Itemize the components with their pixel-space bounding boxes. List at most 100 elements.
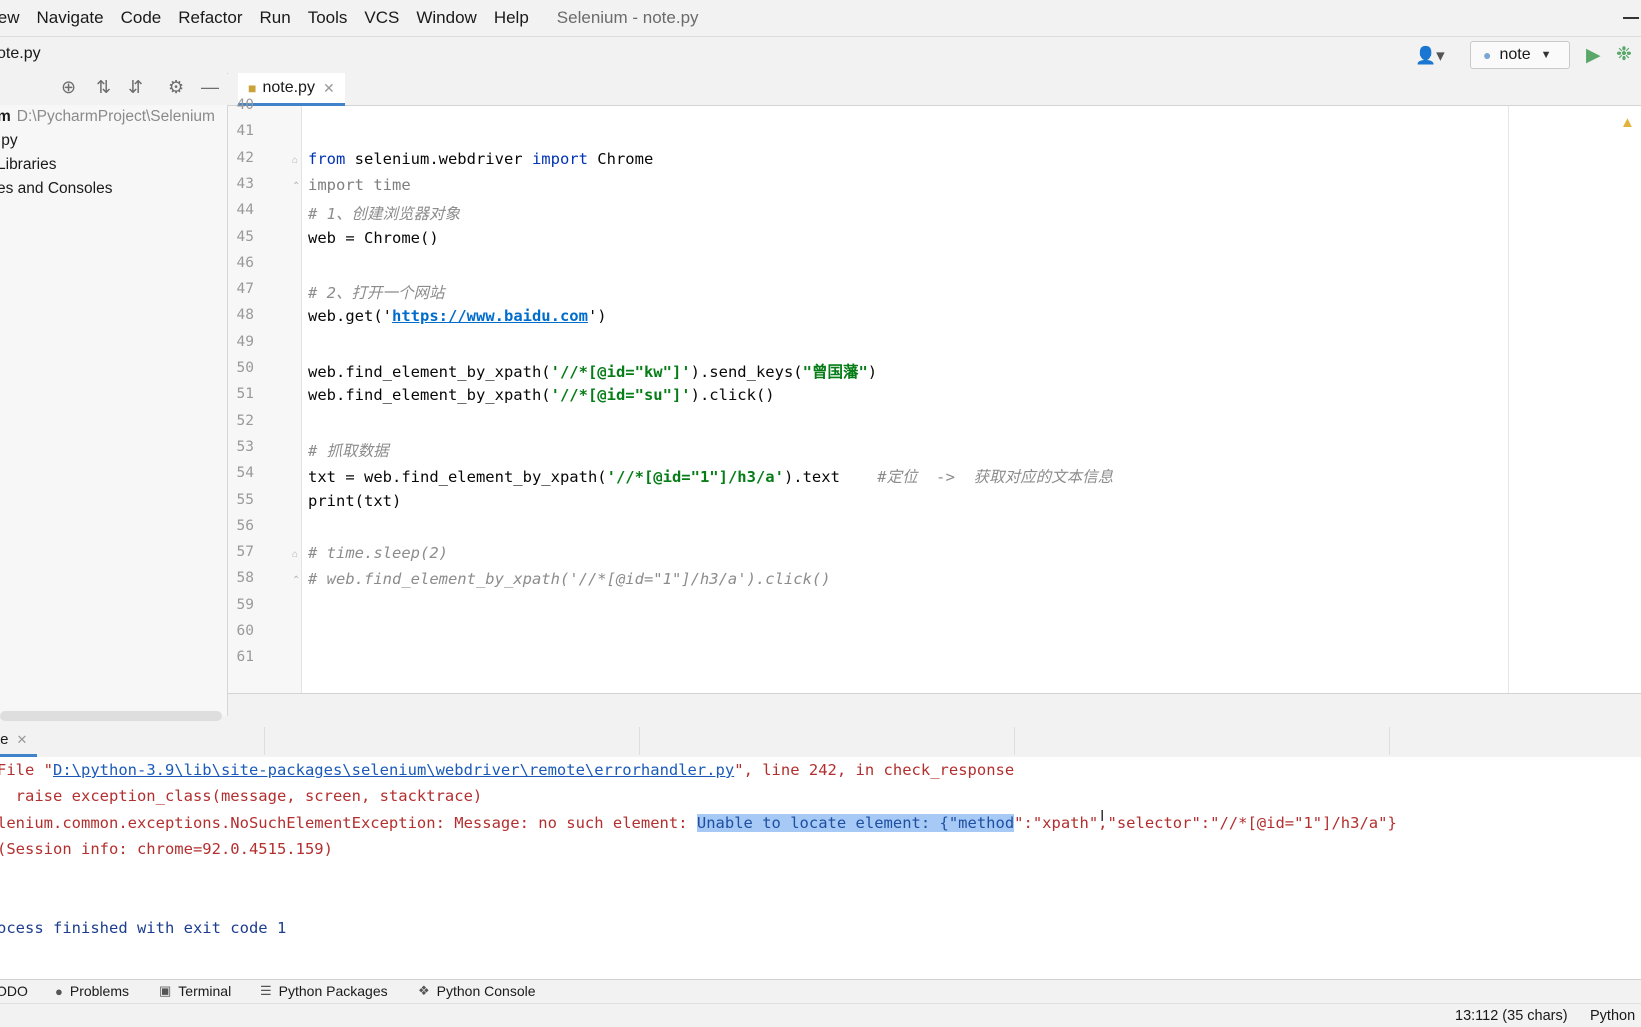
console-text: lenium.common.exceptions.NoSuchElementEx… bbox=[0, 813, 697, 832]
problems-icon: ● bbox=[55, 983, 63, 999]
console-text: raise exception_class(message, screen, s… bbox=[0, 787, 483, 806]
run-tab[interactable]: te ✕ bbox=[0, 725, 38, 757]
line-number: 50 bbox=[236, 360, 254, 376]
interpreter-status[interactable]: Python bbox=[1590, 1008, 1635, 1024]
line-number: 56 bbox=[236, 517, 254, 534]
divider bbox=[639, 727, 640, 755]
code-line[interactable]: # time.sleep(2) bbox=[308, 544, 448, 562]
code-line[interactable]: txt = web.find_element_by_xpath('//*[@id… bbox=[308, 465, 1113, 487]
horizontal-scrollbar[interactable] bbox=[0, 711, 222, 721]
menu-run[interactable]: Run bbox=[260, 8, 291, 28]
console-text: ":"xpath","selector":"//*[@id="1"]/h3/a"… bbox=[1014, 813, 1397, 832]
project-tree: m D:\PycharmProject\Selenium .py Librarie… bbox=[0, 105, 228, 721]
console-text: ", line 242, in check_response bbox=[734, 761, 1015, 779]
close-icon[interactable]: ✕ bbox=[323, 80, 335, 97]
code-line[interactable]: # web.find_element_by_xpath('//*[@id="1"… bbox=[308, 570, 831, 588]
locate-icon[interactable]: ⊕ bbox=[61, 77, 76, 98]
code-line[interactable]: print(txt) bbox=[308, 492, 401, 510]
line-number: 43 bbox=[236, 175, 254, 192]
fold-marker-icon[interactable]: ⌂ bbox=[292, 155, 302, 166]
menu-window[interactable]: Window bbox=[416, 8, 476, 28]
line-number: 53 bbox=[236, 438, 254, 455]
menu-navigate[interactable]: Navigate bbox=[37, 8, 104, 28]
tool-todo[interactable]: ODO bbox=[0, 983, 28, 999]
user-icon[interactable]: 👤▾ bbox=[1415, 46, 1445, 66]
menu-code[interactable]: Code bbox=[121, 8, 162, 28]
run-console[interactable]: File "D:\python-3.9\lib\site-packages\se… bbox=[0, 757, 1641, 979]
tool-terminal[interactable]: ▣ Terminal bbox=[159, 983, 231, 999]
breadcrumb[interactable]: ote.py bbox=[0, 45, 41, 63]
code-line[interactable]: web.find_element_by_xpath('//*[@id="su"]… bbox=[308, 386, 775, 404]
editor-bottom-area bbox=[228, 693, 1641, 726]
hide-panel-icon[interactable]: — bbox=[201, 77, 219, 98]
line-number: 55 bbox=[236, 491, 254, 508]
tree-item-scratches[interactable]: es and Consoles bbox=[0, 180, 112, 198]
line-number: 61 bbox=[236, 649, 254, 666]
code-line[interactable]: from selenium.webdriver import Chrome bbox=[308, 150, 653, 168]
code-token: ') bbox=[587, 307, 607, 326]
expand-all-icon[interactable]: ⇅ bbox=[96, 77, 111, 98]
tree-item-file[interactable]: .py bbox=[0, 132, 18, 150]
divider bbox=[1389, 727, 1390, 755]
line-number: 59 bbox=[236, 596, 254, 613]
code-token: '//*[@id="kw"]' bbox=[550, 363, 691, 381]
code-token: # 抓取数据 bbox=[308, 441, 389, 460]
tab-note-py[interactable]: ■ note.py ✕ bbox=[238, 73, 345, 106]
code-token: web.find_element_by_xpath( bbox=[308, 386, 551, 405]
menu-vcs[interactable]: VCS bbox=[364, 8, 399, 28]
code-line[interactable]: web.get('https://www.baidu.com') bbox=[308, 307, 607, 325]
console-file-link[interactable]: D:\python-3.9\lib\site-packages\selenium… bbox=[53, 761, 734, 779]
code-line[interactable]: # 2、打开一个网站 bbox=[308, 281, 445, 303]
minimize-icon[interactable] bbox=[1623, 17, 1639, 19]
code-line[interactable]: web = Chrome() bbox=[308, 229, 439, 247]
fold-marker-icon[interactable]: ⌃ bbox=[292, 575, 302, 586]
run-icon[interactable]: ▶ bbox=[1586, 44, 1601, 67]
divider bbox=[1014, 727, 1015, 755]
status-bar: 13:112 (35 chars) Python bbox=[0, 1003, 1641, 1027]
tool-python-packages[interactable]: ☰ Python Packages bbox=[260, 983, 388, 999]
code-token: '//*[@id="su"]' bbox=[550, 386, 691, 405]
tool-problems[interactable]: ● Problems bbox=[55, 983, 129, 999]
console-line: raise exception_class(message, screen, s… bbox=[0, 787, 483, 806]
close-icon[interactable]: ✕ bbox=[17, 732, 28, 748]
python-file-icon: ■ bbox=[248, 80, 257, 96]
code-token: #定位 -> 获取对应的文本信息 bbox=[877, 468, 1114, 487]
caret-position[interactable]: 13:112 (35 chars) bbox=[1455, 1008, 1568, 1024]
run-config-select[interactable]: ● note ▼ bbox=[1470, 41, 1570, 69]
fold-marker-icon[interactable]: ⌃ bbox=[292, 181, 302, 192]
menu-refactor[interactable]: Refactor bbox=[178, 8, 242, 28]
console-text: Unable to locate element: {"method bbox=[696, 813, 1015, 832]
console-text: (Session info: chrome=92.0.4515.159) bbox=[0, 839, 333, 858]
collapse-all-icon[interactable]: ⇵ bbox=[128, 77, 143, 98]
right-margin-guide bbox=[1508, 106, 1509, 693]
python-icon: ● bbox=[1483, 47, 1492, 63]
code-token: ).send_keys( bbox=[690, 363, 803, 381]
menu-help[interactable]: Help bbox=[494, 8, 529, 28]
fold-marker-icon[interactable]: ⌂ bbox=[292, 549, 302, 560]
tool-python-console[interactable]: ❖ Python Console bbox=[418, 983, 536, 999]
gear-icon[interactable]: ⚙ bbox=[168, 77, 184, 98]
code-line[interactable]: web.find_element_by_xpath('//*[@id="kw"]… bbox=[308, 360, 877, 382]
menu-tools[interactable]: Tools bbox=[308, 8, 348, 28]
code-token: # 2、打开一个网站 bbox=[308, 284, 445, 303]
code-token: print(txt) bbox=[308, 491, 402, 510]
chevron-down-icon: ▼ bbox=[1540, 49, 1552, 61]
tree-item-libraries[interactable]: Libraries bbox=[0, 156, 56, 174]
menu-view[interactable]: iew bbox=[0, 8, 20, 28]
code-editor[interactable]: from selenium.webdriver import Chrome imp… bbox=[302, 106, 1641, 693]
editor-tabs: ■ note.py ✕ bbox=[228, 73, 1641, 106]
menu-bar: iew Navigate Code Refactor Run Tools VCS… bbox=[0, 0, 1641, 36]
code-token: selenium.webdriver bbox=[345, 149, 532, 168]
line-number: 45 bbox=[236, 228, 254, 245]
code-token: ).click() bbox=[690, 386, 775, 405]
warning-icon[interactable]: ▲ bbox=[1620, 114, 1635, 131]
code-line[interactable]: # 1、创建浏览器对象 bbox=[308, 202, 460, 224]
code-line[interactable]: import time bbox=[308, 176, 411, 194]
code-token: '//*[@id="1"]/h3/a' bbox=[606, 468, 784, 487]
text-cursor-icon: I bbox=[1100, 808, 1105, 825]
project-root[interactable]: m D:\PycharmProject\Selenium bbox=[0, 108, 215, 126]
debug-icon[interactable]: ❉ bbox=[1616, 43, 1632, 66]
window-title: Selenium - note.py bbox=[556, 8, 699, 27]
code-line[interactable]: # 抓取数据 bbox=[308, 439, 389, 461]
code-token: "曾国藩" bbox=[802, 363, 868, 381]
